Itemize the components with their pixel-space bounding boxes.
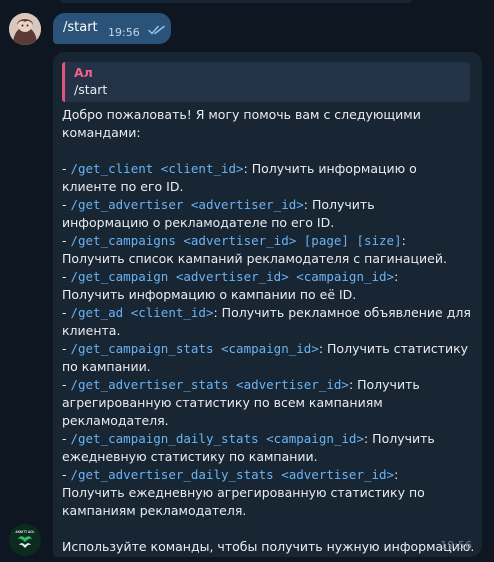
command-description: клиенте по его ID. [62, 179, 184, 194]
intro-line: командами: [62, 125, 141, 140]
user-avatar[interactable] [9, 13, 41, 45]
command-description: по кампании. [62, 359, 151, 374]
command-description: клиента. [62, 323, 121, 338]
previous-message-edge [60, 0, 412, 3]
command-description: : [394, 269, 399, 284]
bot-logo-icon: AKKITT AOL [9, 524, 41, 556]
reply-preview[interactable]: Ал /start [62, 62, 470, 102]
command-link[interactable]: /get_campaign_stats <campaign_id> [70, 341, 318, 356]
command-description: ежедневную статистику по кампании. [62, 449, 318, 464]
chat-area: /start 19:56 Ал /start Добро пожаловать!… [0, 0, 494, 562]
command-description: : Получить рекламное объявление для [213, 305, 471, 320]
reply-text: /start [74, 82, 108, 97]
double-check-icon [148, 25, 165, 35]
command-link[interactable]: /get_advertiser_stats <advertiser_id> [70, 377, 348, 392]
outro-line: Используйте команды, чтобы получить нужн… [62, 539, 475, 554]
command-line: - /get_campaign_stats <campaign_id>: Пол… [62, 341, 469, 356]
command-description: : Получить статистику [318, 341, 469, 356]
command-line: - /get_advertiser <advertiser_id>: Получ… [62, 197, 375, 212]
command-line: - /get_advertiser_daily_stats <advertise… [62, 467, 399, 482]
command-description: Получить информацию о кампании по её ID. [62, 287, 357, 302]
command-line: - /get_advertiser_stats <advertiser_id>:… [62, 377, 420, 392]
command-line: - /get_campaigns <advertiser_id> [page] … [62, 233, 406, 248]
command-description: : [394, 467, 399, 482]
command-link[interactable]: /get_client <client_id> [70, 161, 243, 176]
reply-accent-bar [62, 62, 65, 102]
outgoing-message-time: 19:56 [108, 26, 140, 39]
outgoing-message-text: /start [63, 20, 98, 35]
command-description: : [401, 233, 406, 248]
command-description: : Получить информацию о [243, 161, 417, 176]
reply-author: Ал [74, 65, 93, 80]
command-link[interactable]: /get_campaign <advertiser_id> <campaign_… [70, 269, 394, 284]
command-description: Получить ежедневную агрегированную стати… [62, 485, 425, 500]
incoming-message-time: 19:56 [440, 539, 472, 552]
command-description: : Получить [348, 377, 420, 392]
command-description: информацию о рекламодателе по его ID. [62, 215, 335, 230]
command-link[interactable]: /get_advertiser_daily_stats <advertiser_… [70, 467, 394, 482]
intro-line: Добро пожаловать! Я могу помочь вам с сл… [62, 107, 421, 122]
bot-avatar[interactable]: AKKITT AOL [9, 524, 41, 556]
command-description: Получить список кампаний рекламодателя с… [62, 251, 447, 266]
command-description: агрегированную статистику по всем кампан… [62, 395, 383, 428]
command-line: - /get_campaign <advertiser_id> <campaig… [62, 269, 399, 284]
command-link[interactable]: /get_ad <client_id> [70, 305, 213, 320]
command-description: кампаниям рекламодателя. [62, 503, 247, 518]
command-link[interactable]: /get_campaigns <advertiser_id> [page] [s… [70, 233, 401, 248]
svg-text:AKKITT AOL: AKKITT AOL [15, 530, 34, 534]
incoming-message[interactable]: Ал /start Добро пожаловать! Я могу помоч… [53, 52, 482, 557]
message-body: Добро пожаловать! Я могу помочь вам с сл… [62, 106, 476, 556]
command-link[interactable]: /get_advertiser <advertiser_id> [70, 197, 303, 212]
command-description: : Получить [303, 197, 375, 212]
avatar-image [9, 13, 41, 45]
command-line: - /get_campaign_daily_stats <campaign_id… [62, 431, 435, 446]
command-description: : Получить [363, 431, 435, 446]
command-line: - /get_ad <client_id>: Получить рекламно… [62, 305, 471, 320]
command-line: - /get_client <client_id>: Получить инфо… [62, 161, 417, 176]
command-link[interactable]: /get_campaign_daily_stats <campaign_id> [70, 431, 364, 446]
outgoing-message[interactable]: /start 19:56 [53, 13, 171, 44]
